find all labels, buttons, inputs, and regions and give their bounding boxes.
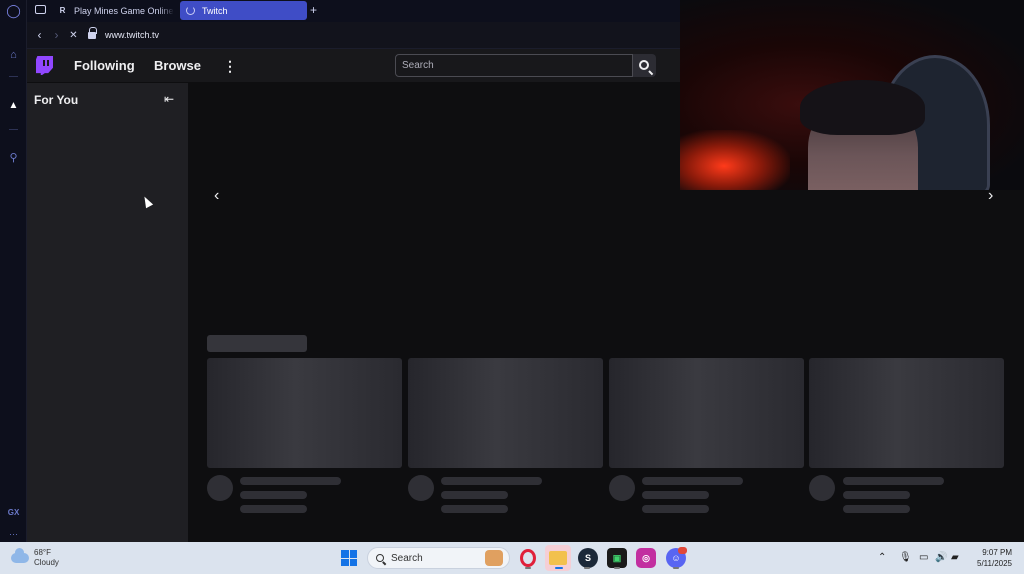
skeleton-line (843, 491, 910, 499)
windows-logo-icon (349, 558, 357, 566)
search-button[interactable] (633, 54, 656, 77)
pin-icon[interactable]: ⚲ (6, 150, 21, 165)
new-tab-button[interactable]: + (310, 3, 317, 17)
steam-icon[interactable]: S (578, 548, 598, 568)
running-indicator (673, 567, 679, 569)
skeleton-line (642, 505, 709, 513)
search-icon (376, 554, 384, 562)
windows-logo-icon (341, 550, 349, 558)
skeleton-avatar (609, 475, 635, 501)
skeleton-line (240, 477, 341, 485)
lock-icon[interactable] (88, 26, 97, 40)
twitch-top-nav: Following Browse ⋮ Search (27, 49, 680, 83)
instagram-icon[interactable]: ◎ (636, 548, 656, 568)
search-input[interactable]: Search (395, 54, 633, 77)
taskbar-search[interactable]: Search (367, 547, 510, 569)
skeleton-card[interactable] (609, 358, 804, 468)
system-clock[interactable]: 9:07 PM 5/11/2025 (970, 547, 1012, 569)
mouse-cursor (140, 194, 154, 209)
skeleton-heading (207, 335, 307, 352)
opera-taskbar-icon[interactable] (520, 549, 536, 567)
start-button[interactable] (341, 550, 357, 566)
skeleton-line (843, 477, 944, 485)
tab-favicon: R (59, 6, 66, 15)
skeleton-line (642, 491, 709, 499)
tab-strip: R Play Mines Game Online Twitch + (27, 0, 680, 22)
running-indicator (584, 567, 590, 569)
clock-time: 9:07 PM (982, 548, 1012, 557)
running-indicator (614, 567, 620, 569)
webcam-light (680, 130, 790, 190)
weather-widget[interactable]: 68°F Cloudy (11, 548, 59, 568)
skeleton-avatar (809, 475, 835, 501)
forward-button[interactable]: › (48, 28, 65, 42)
tab-mines[interactable]: R Play Mines Game Online (51, 1, 201, 20)
skeleton-line (441, 477, 542, 485)
skeleton-avatar (408, 475, 434, 501)
windows-logo-icon (341, 558, 349, 566)
show-hidden-icons-icon[interactable]: ⌃ (878, 552, 886, 563)
following-link[interactable]: Following (74, 58, 135, 73)
browse-link[interactable]: Browse (154, 58, 201, 73)
for-you-heading: For You (34, 93, 79, 107)
screen: ◯ ⌂ ▲ ⚲ GX ··· R Play Mines Game Online … (0, 0, 1024, 574)
tab-list-icon[interactable] (35, 5, 46, 14)
gx-icon[interactable]: GX (6, 505, 21, 520)
skeleton-line (843, 505, 910, 513)
cloud-icon (11, 548, 29, 563)
weather-text: 68°F Cloudy (34, 548, 59, 568)
back-button[interactable]: ‹ (31, 28, 48, 42)
twitch-logo-icon[interactable] (36, 56, 53, 75)
active-indicator (555, 567, 563, 569)
webcam-overlay (680, 0, 1024, 190)
weather-condition: Cloudy (34, 558, 59, 567)
chat-app-icon[interactable]: ▣ (607, 548, 627, 568)
skeleton-card[interactable] (408, 358, 603, 468)
more-options-icon[interactable]: ⋮ (223, 58, 237, 75)
running-indicator (525, 567, 531, 569)
skeleton-line (240, 491, 307, 499)
carousel-prev-button[interactable]: ‹ (214, 187, 219, 205)
volume-icon[interactable]: 🔊 (935, 552, 947, 563)
tab-twitch[interactable]: Twitch (180, 1, 307, 20)
sidebar-divider (9, 129, 18, 130)
skeleton-line (441, 491, 508, 499)
sidebar-divider (9, 76, 18, 77)
clock-date: 5/11/2025 (977, 559, 1012, 568)
tab-title: Twitch (202, 5, 228, 16)
taskbar-search-label: Search (391, 552, 423, 564)
network-icon[interactable]: ▭ (919, 552, 928, 563)
url-field[interactable]: www.twitch.tv (105, 30, 159, 40)
skeleton-line (441, 505, 508, 513)
weather-temp: 68°F (34, 548, 51, 557)
stop-loading-button[interactable]: ✕ (65, 30, 82, 41)
battery-icon[interactable]: ▰ (951, 552, 959, 563)
twitch-sidebar: For You ⇤ (27, 83, 188, 542)
wallet-icon[interactable]: ⌂ (6, 47, 21, 62)
microphone-icon[interactable]: 🎙 (899, 552, 912, 563)
more-icon[interactable]: ··· (6, 526, 21, 541)
windows-taskbar: 68°F Cloudy Search S ▣ ◎ ☺ ⌃ 🎙 ▭ 🔊 ▰ 9:0… (0, 542, 1024, 574)
opera-sidebar: ◯ ⌂ ▲ ⚲ GX ··· (0, 0, 27, 542)
address-bar: ‹ › ✕ www.twitch.tv (27, 22, 680, 49)
collapse-sidebar-icon[interactable]: ⇤ (164, 92, 174, 106)
windows-logo-icon (349, 550, 357, 558)
skeleton-card[interactable] (809, 358, 1004, 468)
loading-spinner-icon (186, 6, 195, 15)
discord-notification-badge (678, 547, 687, 554)
aria-icon[interactable]: ▲ (6, 98, 21, 113)
skeleton-line (642, 477, 743, 485)
skeleton-line (240, 505, 307, 513)
webcam-hair (800, 80, 925, 135)
skeleton-avatar (207, 475, 233, 501)
search-icon (638, 59, 649, 70)
search-highlight-icon (485, 550, 503, 566)
opera-logo-icon[interactable]: ◯ (6, 3, 21, 18)
tab-title: Play Mines Game Online (74, 5, 174, 16)
file-explorer-icon[interactable] (549, 551, 567, 565)
skeleton-card[interactable] (207, 358, 402, 468)
